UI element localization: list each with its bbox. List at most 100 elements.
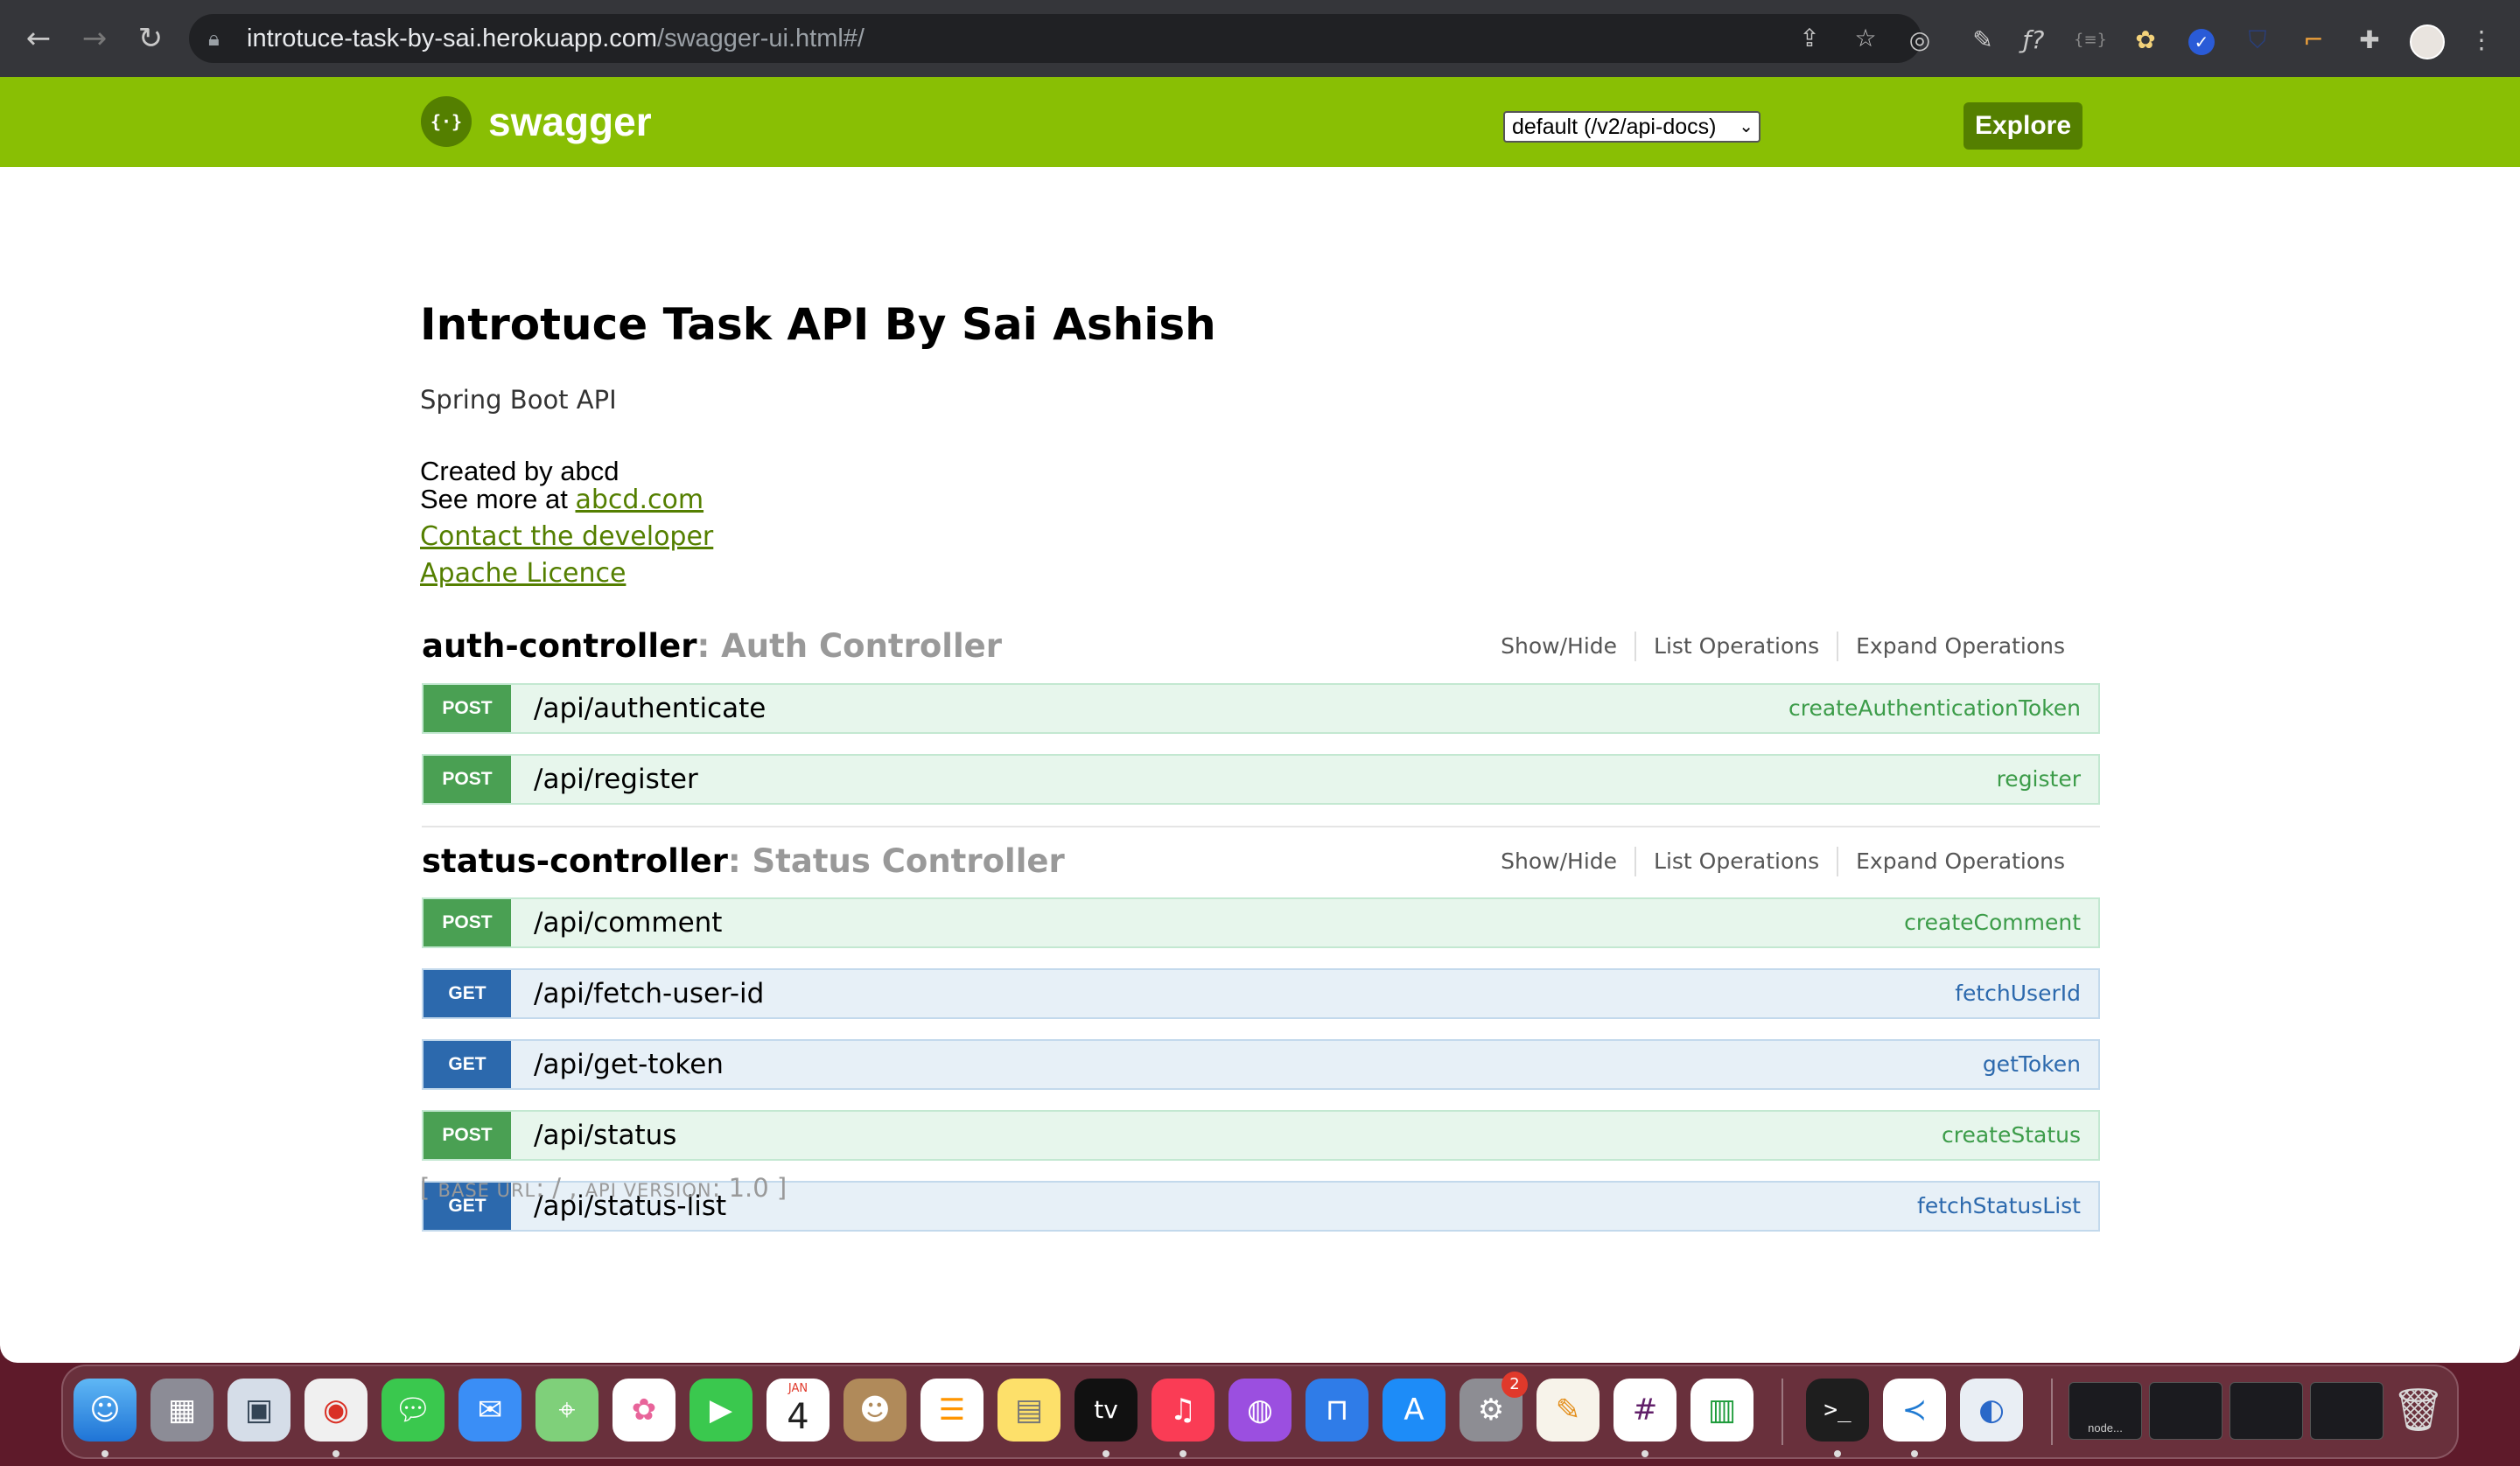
see-more-link[interactable]: abcd.com: [575, 485, 704, 515]
pages-icon[interactable]: ✎: [1536, 1379, 1600, 1442]
pen-extension-icon[interactable]: ✎: [1967, 24, 1998, 56]
spec-select[interactable]: default (/v2/api-docs) ⌄: [1503, 111, 1760, 143]
minimized-window-thumbnail[interactable]: [2310, 1382, 2384, 1440]
maps-icon[interactable]: ⌖: [536, 1379, 598, 1442]
license-link[interactable]: Apache Licence: [420, 558, 626, 589]
reminders-icon[interactable]: ☰: [920, 1379, 984, 1442]
shield-extension-icon[interactable]: ⛉: [2242, 24, 2273, 56]
http-method-badge[interactable]: GET: [424, 1041, 511, 1088]
controller-title[interactable]: status-controller: Status Controller: [422, 835, 1065, 888]
operation-nickname[interactable]: register: [1997, 756, 2081, 803]
operation-path[interactable]: /api/register: [534, 756, 698, 803]
finder-icon[interactable]: ☺: [74, 1379, 136, 1442]
minimized-window-thumbnail[interactable]: [2230, 1382, 2303, 1440]
podcasts-icon[interactable]: ◍: [1228, 1379, 1292, 1442]
proxyman-icon[interactable]: ◐: [1960, 1379, 2023, 1442]
apple-tv-icon[interactable]: tv: [1074, 1379, 1138, 1442]
operation-row[interactable]: POST /api/authenticate createAuthenticat…: [422, 683, 2100, 734]
terminal-icon[interactable]: >_: [1806, 1379, 1869, 1442]
mail-icon[interactable]: ✉: [458, 1379, 522, 1442]
url-text[interactable]: introtuce-task-by-sai.herokuapp.com/swag…: [247, 14, 864, 63]
operation-row[interactable]: POST /api/comment createComment: [422, 897, 2100, 948]
lock-icon[interactable]: 🔒︎: [208, 24, 233, 52]
swagger-logo-text[interactable]: swagger: [488, 94, 652, 149]
http-method-badge[interactable]: POST: [424, 1112, 511, 1159]
app-store-icon[interactable]: A: [1382, 1379, 1446, 1442]
launchpad-icon[interactable]: ▦: [150, 1379, 214, 1442]
http-method-badge[interactable]: POST: [424, 756, 511, 803]
photos-icon[interactable]: ✿: [612, 1379, 676, 1442]
menu-kebab-icon[interactable]: ⋮: [2466, 24, 2497, 56]
system-preferences-icon[interactable]: ⚙ 2: [1460, 1372, 1528, 1442]
explore-button[interactable]: Explore: [1964, 102, 2082, 150]
preview-icon[interactable]: ▣: [228, 1379, 290, 1442]
keynote-icon[interactable]: ⊓: [1306, 1379, 1368, 1442]
operation-nickname[interactable]: fetchStatusList: [1917, 1183, 2081, 1230]
share-icon[interactable]: ⇪: [1794, 23, 1825, 54]
api-version-label: Api Version: [584, 1180, 712, 1201]
forward-arrow-icon[interactable]: →: [75, 19, 114, 58]
operation-row[interactable]: GET /api/fetch-user-id fetchUserId: [422, 968, 2100, 1019]
controller-actions: Show/Hide List Operations Expand Operati…: [1483, 625, 2082, 667]
minimized-window-thumbnail[interactable]: [2149, 1382, 2222, 1440]
running-indicator: [1180, 1450, 1186, 1457]
operation-nickname[interactable]: getToken: [1983, 1041, 2081, 1088]
controller-header-auth: auth-controller: Auth Controller Show/Hi…: [422, 620, 2100, 673]
api-version-value: : 1.0 ]: [711, 1173, 788, 1203]
vscode-icon[interactable]: ≺: [1883, 1379, 1946, 1442]
ruler-extension-icon[interactable]: ⌐: [2298, 24, 2329, 56]
operation-row[interactable]: POST /api/status createStatus: [422, 1110, 2100, 1161]
operation-path[interactable]: /api/fetch-user-id: [534, 970, 764, 1017]
notes-icon[interactable]: ▤: [998, 1379, 1060, 1442]
operation-path[interactable]: /api/status: [534, 1112, 676, 1159]
list-operations-link[interactable]: List Operations: [1634, 632, 1837, 661]
operation-row[interactable]: POST /api/register register: [422, 754, 2100, 805]
operation-nickname[interactable]: createAuthenticationToken: [1788, 685, 2081, 732]
controller-title[interactable]: auth-controller: Auth Controller: [422, 620, 1002, 673]
show-hide-link[interactable]: Show/Hide: [1483, 847, 1634, 876]
contact-line: Contact the developer: [420, 520, 713, 553]
check-extension-icon[interactable]: ✓: [2186, 24, 2217, 56]
operation-path[interactable]: /api/authenticate: [534, 685, 766, 732]
bookmark-star-icon[interactable]: ☆: [1850, 23, 1881, 54]
chevron-down-icon: ⌄: [1739, 117, 1754, 136]
contact-developer-link[interactable]: Contact the developer: [420, 521, 713, 552]
messages-icon[interactable]: 💬︎: [382, 1379, 444, 1442]
operation-path[interactable]: /api/comment: [534, 899, 722, 946]
operation-nickname[interactable]: fetchUserId: [1955, 970, 2081, 1017]
http-method-badge[interactable]: POST: [424, 899, 511, 946]
back-arrow-icon[interactable]: ←: [19, 19, 58, 58]
operation-nickname[interactable]: createComment: [1904, 899, 2081, 946]
contacts-icon[interactable]: ☻: [844, 1379, 906, 1442]
list-operations-link[interactable]: List Operations: [1634, 847, 1837, 876]
slack-icon[interactable]: #: [1614, 1379, 1676, 1442]
music-icon[interactable]: ♫: [1152, 1379, 1214, 1442]
swagger-header: {·} swagger default (/v2/api-docs) ⌄ Exp…: [0, 77, 2520, 167]
profile-avatar[interactable]: [2410, 24, 2445, 59]
target-extension-icon[interactable]: ◎: [1904, 24, 1936, 56]
expand-operations-link[interactable]: Expand Operations: [1837, 847, 2082, 876]
expand-operations-link[interactable]: Expand Operations: [1837, 632, 2082, 661]
facetime-icon[interactable]: ▶: [690, 1379, 752, 1442]
address-bar[interactable]: 🔒︎ introtuce-task-by-sai.herokuapp.com/s…: [189, 14, 1922, 63]
puzzle-extensions-icon[interactable]: ✚: [2354, 24, 2385, 56]
operation-nickname[interactable]: createStatus: [1942, 1112, 2081, 1159]
license-line: Apache Licence: [420, 557, 626, 590]
http-method-badge[interactable]: POST: [424, 685, 511, 732]
running-indicator: [332, 1450, 340, 1457]
operation-row[interactable]: GET /api/get-token getToken: [422, 1039, 2100, 1090]
brackets-extension-icon[interactable]: {≡}: [2074, 24, 2107, 56]
flower-extension-icon[interactable]: ✿: [2130, 24, 2161, 56]
minimized-window-thumbnail[interactable]: node...: [2068, 1382, 2142, 1440]
show-hide-link[interactable]: Show/Hide: [1483, 632, 1634, 661]
formula-extension-icon[interactable]: ƒ?: [2018, 24, 2049, 56]
numbers-icon[interactable]: ▥: [1690, 1379, 1754, 1442]
chrome-icon[interactable]: ◉: [304, 1379, 368, 1442]
swagger-logo-icon[interactable]: {·}: [421, 96, 472, 147]
reload-icon[interactable]: ↻: [131, 19, 170, 58]
http-method-badge[interactable]: GET: [424, 970, 511, 1017]
operation-path[interactable]: /api/get-token: [534, 1041, 724, 1088]
trash-icon[interactable]: 🗑︎: [2387, 1379, 2450, 1442]
calendar-day: 4: [787, 1397, 809, 1437]
calendar-icon[interactable]: JAN 4: [766, 1379, 830, 1442]
